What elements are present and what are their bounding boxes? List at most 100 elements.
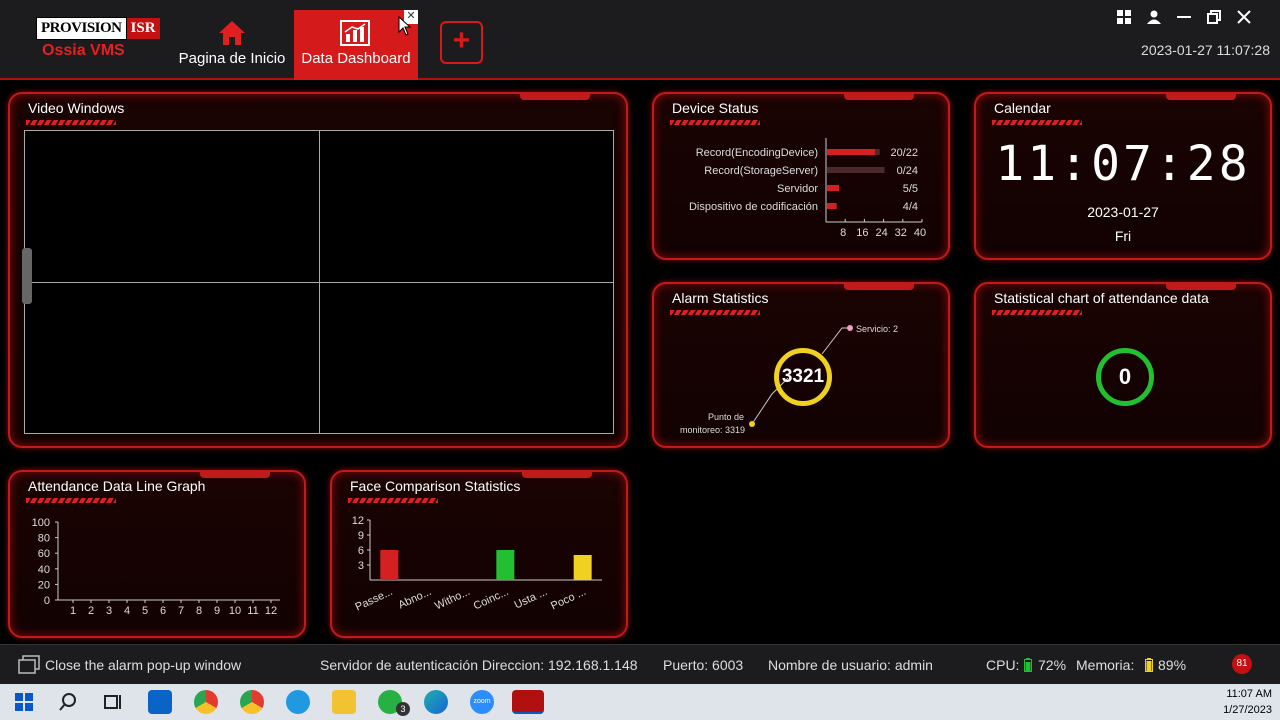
panel-title: Calendar: [994, 100, 1051, 116]
attendance-total-ring: 0: [1096, 348, 1154, 406]
panel-stripe: [992, 310, 1082, 315]
alarm-label-monitor-2: monitoreo: 3319: [680, 425, 746, 435]
add-tab-button[interactable]: +: [440, 21, 483, 64]
panel-deco: [1166, 282, 1236, 290]
tab-data-dashboard-label: Data Dashboard: [301, 50, 411, 67]
search-icon[interactable]: [56, 690, 80, 714]
alarm-label-monitor-1: Punto de: [708, 412, 745, 422]
tab-home[interactable]: Pagina de Inicio: [174, 10, 290, 78]
face-comparison-bar: [380, 550, 399, 580]
device-status-bar-track: [827, 167, 885, 173]
attendance-stats-panel: Statistical chart of attendance data 0: [974, 282, 1272, 448]
panel-title: Video Windows: [28, 100, 125, 116]
x-tick-label: 10: [229, 605, 241, 617]
outlook-icon[interactable]: [148, 690, 172, 714]
x-tick-label: 12: [265, 605, 277, 617]
x-tick-label: Abno...: [397, 586, 434, 612]
alarm-statistics-panel: Alarm Statistics 3321 Servicio: 2 Punto …: [652, 282, 950, 448]
chrome-icon[interactable]: [240, 690, 264, 714]
x-tick-label: Coinc...: [472, 586, 511, 613]
x-tick-label: 7: [178, 605, 184, 617]
device-status-panel: Device Status Record(EncodingDevice) 20/2…: [652, 92, 950, 260]
collapse-handle[interactable]: [22, 248, 32, 304]
zoom-icon[interactable]: zoom: [470, 690, 494, 714]
attendance-line-panel: Attendance Data Line Graph 0 20 40 60 80 100 1…: [8, 470, 306, 638]
x-tick-label: 11: [247, 605, 258, 617]
windows-stack-icon[interactable]: [18, 655, 40, 675]
cpu-battery-icon: [1024, 658, 1032, 672]
video-grid[interactable]: [24, 130, 614, 434]
logo-main-text: PROVISION: [36, 16, 127, 40]
y-tick-label: 40: [38, 564, 50, 576]
grid-icon[interactable]: [1116, 10, 1132, 26]
panel-stripe: [26, 120, 116, 125]
y-tick-label: 100: [32, 517, 50, 529]
x-tick-label: 9: [214, 605, 220, 617]
restore-icon[interactable]: [1206, 10, 1222, 26]
grid-divider: [25, 282, 613, 283]
y-tick-label: 80: [38, 533, 50, 545]
close-icon[interactable]: [1236, 10, 1252, 26]
x-tick-label: Usta ...: [513, 586, 550, 612]
user-icon[interactable]: [1146, 10, 1162, 26]
y-tick-label: 12: [352, 515, 364, 527]
panel-title: Statistical chart of attendance data: [994, 290, 1209, 306]
face-comparison-panel: Face Comparison Statistics 3 6 9 12 Passe...…: [330, 470, 628, 638]
alarm-label-service: Servicio: 2: [856, 324, 899, 334]
panel-deco: [1166, 92, 1236, 100]
x-tick-label: 16: [856, 227, 868, 239]
status-bar: Close the alarm pop-up window Servidor d…: [0, 644, 1280, 684]
windows-taskbar: 3 zoom 11:07 AM 1/27/2023: [0, 684, 1280, 720]
x-tick-label: 3: [106, 605, 112, 617]
device-status-bar: [827, 203, 837, 209]
device-status-value: 20/22: [890, 147, 918, 159]
x-tick-label: 5: [142, 605, 148, 617]
y-tick-label: 60: [38, 548, 50, 560]
chrome-icon[interactable]: [194, 690, 218, 714]
file-explorer-icon[interactable]: [332, 690, 356, 714]
y-tick-label: 0: [44, 595, 50, 607]
app-header: PROVISION ISR Ossia VMS Pagina de Inicio…: [0, 0, 1280, 80]
port-info: Puerto: 6003: [663, 657, 744, 673]
video-windows-panel: Video Windows: [8, 92, 628, 448]
cpu-label: CPU:: [986, 657, 1020, 673]
edge-icon[interactable]: [424, 690, 448, 714]
skype-icon[interactable]: [286, 690, 310, 714]
device-status-chart: Record(EncodingDevice) 20/22 Record(Storag…: [689, 138, 926, 239]
device-status-value: 4/4: [903, 201, 918, 213]
face-comparison-bar: [573, 555, 592, 580]
x-tick-label: 8: [840, 227, 846, 239]
x-tick-label: Passe...: [354, 586, 395, 614]
taskbar-date: 1/27/2023: [1223, 704, 1272, 716]
app-logo: PROVISION ISR Ossia VMS: [36, 16, 160, 60]
mouse-cursor-icon: [398, 16, 412, 36]
task-view-icon[interactable]: [100, 690, 124, 714]
y-tick-label: 20: [38, 579, 50, 591]
attendance-line-chart: 0204060801001 2 3 4 5 6 7 8 9 10 11 12: [32, 517, 280, 617]
x-tick-label: 2: [88, 605, 94, 617]
calendar-day: Fri: [1114, 228, 1132, 244]
x-tick-label: 4: [124, 605, 130, 617]
dashboard-chart-icon: [340, 20, 370, 46]
x-tick-label: 40: [914, 227, 926, 239]
x-tick-label: 24: [875, 227, 887, 239]
device-status-bar: [827, 149, 875, 155]
close-alarm-link[interactable]: Close the alarm pop-up window: [45, 657, 241, 673]
device-status-label: Record(EncodingDevice): [696, 147, 818, 159]
windows-start-icon[interactable]: [12, 690, 36, 714]
logo-isr-text: ISR: [126, 17, 160, 39]
device-status-bar: [827, 185, 839, 191]
minimize-icon[interactable]: [1176, 10, 1192, 26]
alarm-count-badge[interactable]: 81: [1232, 654, 1252, 674]
memory-battery-icon: [1145, 658, 1153, 672]
ossia-vms-taskbar-icon[interactable]: [512, 690, 544, 714]
memory-label: Memoria:: [1076, 657, 1135, 673]
x-tick-label: 8: [196, 605, 202, 617]
tab-home-label: Pagina de Inicio: [178, 50, 286, 67]
x-tick-label: 1: [70, 605, 76, 617]
calendar-date: 2023-01-27: [1087, 204, 1159, 220]
device-status-label: Servidor: [777, 183, 818, 195]
x-tick-label: Witho...: [433, 586, 472, 613]
memory-value: 89%: [1158, 657, 1187, 673]
face-comparison-chart: 3 6 9 12 Passe... Abno... Witho... Coinc... Usta…: [352, 515, 602, 614]
